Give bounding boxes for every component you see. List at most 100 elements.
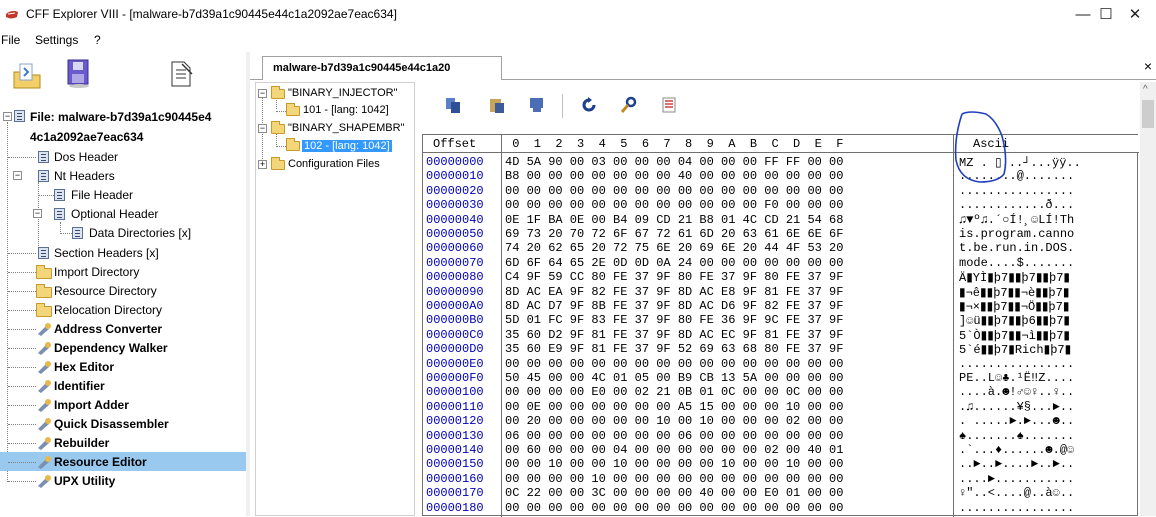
close-button[interactable]: ✕ bbox=[1112, 0, 1156, 30]
resource-configuration-files[interactable]: Configuration Files bbox=[288, 158, 380, 170]
tree-item-identifier[interactable]: Identifier bbox=[54, 379, 105, 393]
row-ascii[interactable]: ♫▼º♫.´○Í!¸☺LÍ!Th bbox=[959, 213, 1074, 227]
hex-row[interactable]: 00000070 6D 6F 64 65 2E 0D 0D 0A 24 00 00… bbox=[423, 256, 1139, 270]
resource-binary-shapembr[interactable]: "BINARY_SHAPEMBR" bbox=[288, 122, 404, 134]
row-bytes[interactable]: C4 9F 59 CC 80 FE 37 9F 80 FE 37 9F 80 F… bbox=[505, 270, 843, 284]
row-ascii[interactable]: ....►........... bbox=[959, 472, 1074, 486]
row-ascii[interactable]: 5`é▮▮þ7▮Rich▮þ7▮ bbox=[959, 342, 1071, 357]
tree-item-rebuilder[interactable]: Rebuilder bbox=[54, 436, 109, 450]
tree-item-upx-utility[interactable]: UPX Utility bbox=[54, 474, 115, 488]
menu-file[interactable]: File bbox=[1, 33, 20, 47]
tree-item-resource-directory[interactable]: Resource Directory bbox=[54, 284, 157, 298]
menu-help[interactable]: ? bbox=[94, 33, 101, 47]
row-bytes[interactable]: 00 00 00 00 00 00 00 00 00 00 00 00 F0 0… bbox=[505, 198, 843, 212]
row-bytes[interactable]: 00 00 00 00 10 00 00 00 00 00 00 00 00 0… bbox=[505, 472, 843, 486]
tree-item-relocation-directory[interactable]: Relocation Directory bbox=[54, 303, 162, 317]
row-bytes[interactable]: 00 0E 00 00 00 00 00 00 A5 15 00 00 00 1… bbox=[505, 400, 843, 414]
hex-row[interactable]: 00000010 B8 00 00 00 00 00 00 00 40 00 00… bbox=[423, 169, 1139, 183]
hex-row[interactable]: 000000F0 50 45 00 00 4C 01 05 00 B9 CB 13… bbox=[423, 371, 1139, 385]
resource-binary-injector[interactable]: "BINARY_INJECTOR" bbox=[288, 87, 397, 99]
tree-root-label[interactable]: File: malware-b7d39a1c90445e4 bbox=[30, 110, 211, 124]
hex-row[interactable]: 000000C0 35 60 D2 9F 81 FE 37 9F 8D AC EC… bbox=[423, 328, 1139, 343]
hex-row[interactable]: 00000060 74 20 62 65 20 72 75 6E 20 69 6E… bbox=[423, 241, 1139, 255]
hex-row[interactable]: 00000130 06 00 00 00 00 00 00 00 06 00 00… bbox=[423, 429, 1139, 443]
hex-row[interactable]: 000000B0 5D 01 FC 9F 83 FE 37 9F 80 FE 36… bbox=[423, 313, 1139, 328]
hex-row[interactable]: 000000A0 8D AC D7 9F 8B FE 37 9F 8D AC D6… bbox=[423, 299, 1139, 314]
row-bytes[interactable]: 35 60 E9 9F 81 FE 37 9F 52 69 63 68 80 F… bbox=[505, 342, 843, 356]
row-bytes[interactable]: 00 60 00 00 00 04 00 00 00 00 00 00 02 0… bbox=[505, 443, 843, 457]
resource-101[interactable]: 101 - [lang: 1042] bbox=[303, 104, 389, 116]
row-ascii[interactable]: mode....$....... bbox=[959, 256, 1074, 270]
row-ascii[interactable]: Ä▮YÌ▮þ7▮▮þ7▮▮þ7▮ bbox=[959, 270, 1070, 285]
save-disk-icon[interactable] bbox=[64, 58, 94, 90]
row-bytes[interactable]: 8D AC EA 9F 82 FE 37 9F 8D AC E8 9F 81 F… bbox=[505, 285, 843, 299]
row-ascii[interactable]: ]☺ü▮▮þ7▮▮þ6▮▮þ7▮ bbox=[959, 313, 1070, 328]
row-bytes[interactable]: 50 45 00 00 4C 01 05 00 B9 CB 13 5A 00 0… bbox=[505, 371, 843, 385]
resource-102[interactable]: 102 - [lang: 1042] bbox=[302, 140, 392, 152]
row-bytes[interactable]: 06 00 00 00 00 00 00 00 06 00 00 00 00 0… bbox=[505, 429, 843, 443]
row-ascii[interactable]: . .....►.►...☻.. bbox=[959, 414, 1074, 428]
vertical-scrollbar[interactable]: ^ bbox=[1140, 82, 1156, 516]
open-file-icon[interactable] bbox=[10, 60, 44, 90]
row-bytes[interactable]: 00 00 00 00 00 00 00 00 00 00 00 00 00 0… bbox=[505, 184, 843, 198]
row-bytes[interactable]: 6D 6F 64 65 2E 0D 0D 0A 24 00 00 00 00 0… bbox=[505, 256, 843, 270]
tree-item-data-directories[interactable]: Data Directories [x] bbox=[89, 226, 191, 240]
collapse-toggle[interactable]: − bbox=[3, 112, 12, 121]
tree-item-dos-header[interactable]: Dos Header bbox=[54, 150, 118, 164]
hex-row[interactable]: 00000150 00 00 10 00 00 10 00 00 00 00 10… bbox=[423, 457, 1139, 471]
tree-item-nt-headers[interactable]: Nt Headers bbox=[54, 169, 115, 183]
hex-row[interactable]: 00000090 8D AC EA 9F 82 FE 37 9F 8D AC E8… bbox=[423, 285, 1139, 300]
hex-row[interactable]: 000000E0 00 00 00 00 00 00 00 00 00 00 00… bbox=[423, 357, 1139, 371]
refresh-icon[interactable] bbox=[580, 96, 598, 114]
collapse-toggle[interactable]: − bbox=[33, 209, 42, 218]
row-ascii[interactable]: .`...♦......☻.@☺ bbox=[959, 443, 1074, 457]
row-bytes[interactable]: 0C 22 00 00 3C 00 00 00 00 40 00 00 E0 0… bbox=[505, 486, 843, 500]
hex-row[interactable]: 00000160 00 00 00 00 10 00 00 00 00 00 00… bbox=[423, 472, 1139, 486]
tree-item-hex-editor[interactable]: Hex Editor bbox=[54, 360, 114, 374]
expand-toggle[interactable]: + bbox=[258, 160, 267, 169]
hex-row[interactable]: 00000170 0C 22 00 00 3C 00 00 00 00 40 00… bbox=[423, 486, 1139, 500]
row-bytes[interactable]: B8 00 00 00 00 00 00 00 40 00 00 00 00 0… bbox=[505, 169, 843, 183]
tree-item-address-converter[interactable]: Address Converter bbox=[54, 322, 162, 336]
tree-item-import-adder[interactable]: Import Adder bbox=[54, 398, 129, 412]
panel-splitter[interactable] bbox=[246, 52, 250, 516]
hex-row[interactable]: 00000020 00 00 00 00 00 00 00 00 00 00 00… bbox=[423, 184, 1139, 198]
row-ascii[interactable]: .♫......¥§...►.. bbox=[959, 400, 1074, 414]
hex-row[interactable]: 00000040 0E 1F BA 0E 00 B4 09 CD 21 B8 01… bbox=[423, 213, 1139, 227]
row-ascii[interactable]: PE..L☺♣.¹Ë‼Z.... bbox=[959, 371, 1074, 385]
row-ascii[interactable]: ....à.☻!♂☺♀..♀.. bbox=[959, 385, 1074, 399]
hex-row[interactable]: 00000120 00 20 00 00 00 00 00 10 00 10 00… bbox=[423, 414, 1139, 428]
row-bytes[interactable]: 00 00 00 00 00 00 00 00 00 00 00 00 00 0… bbox=[505, 501, 843, 515]
row-bytes[interactable]: 4D 5A 90 00 03 00 00 00 04 00 00 00 FF F… bbox=[505, 155, 843, 169]
row-bytes[interactable]: 8D AC D7 9F 8B FE 37 9F 8D AC D6 9F 82 F… bbox=[505, 299, 843, 313]
copy-icon[interactable] bbox=[444, 96, 462, 114]
tree-item-optional-header[interactable]: Optional Header bbox=[71, 207, 158, 221]
hex-row[interactable]: 00000050 69 73 20 70 72 6F 67 72 61 6D 20… bbox=[423, 227, 1139, 241]
scroll-thumb[interactable] bbox=[1142, 100, 1154, 128]
row-bytes[interactable]: 00 20 00 00 00 00 00 10 00 10 00 00 00 0… bbox=[505, 414, 843, 428]
menu-settings[interactable]: Settings bbox=[35, 33, 78, 47]
row-ascii[interactable]: ............ð... bbox=[959, 198, 1074, 212]
row-ascii[interactable]: ♀"..<....@..à☺.. bbox=[959, 486, 1074, 500]
hex-row[interactable]: 000000D0 35 60 E9 9F 81 FE 37 9F 52 69 63… bbox=[423, 342, 1139, 357]
replace-icon[interactable] bbox=[528, 96, 546, 114]
row-ascii[interactable]: ..►..►....►..►.. bbox=[959, 457, 1074, 471]
row-bytes[interactable]: 5D 01 FC 9F 83 FE 37 9F 80 FE 36 9F 9C F… bbox=[505, 313, 843, 327]
hex-row[interactable]: 00000000 4D 5A 90 00 03 00 00 00 04 00 00… bbox=[423, 155, 1139, 170]
window-layout-icon[interactable] bbox=[168, 58, 196, 90]
hex-row[interactable]: 00000110 00 0E 00 00 00 00 00 00 A5 15 00… bbox=[423, 400, 1139, 414]
row-bytes[interactable]: 00 00 10 00 00 10 00 00 00 00 10 00 00 1… bbox=[505, 457, 843, 471]
properties-icon[interactable] bbox=[660, 96, 678, 114]
row-bytes[interactable]: 00 00 00 00 E0 00 02 21 0B 01 0C 00 00 0… bbox=[505, 385, 843, 399]
row-ascii[interactable]: 5`Ò▮▮þ7▮▮¬ì▮▮þ7▮ bbox=[959, 328, 1070, 343]
hex-row[interactable]: 00000030 00 00 00 00 00 00 00 00 00 00 00… bbox=[423, 198, 1139, 212]
tree-item-resource-editor[interactable]: Resource Editor bbox=[54, 455, 147, 469]
row-ascii[interactable]: ................ bbox=[959, 357, 1074, 371]
collapse-toggle[interactable]: − bbox=[258, 124, 267, 133]
hex-view[interactable]: Offset 0 1 2 3 4 5 6 7 8 9 A B C D E F A… bbox=[422, 134, 1139, 517]
row-bytes[interactable]: 74 20 62 65 20 72 75 6E 20 69 6E 20 44 4… bbox=[505, 241, 843, 255]
row-ascii[interactable]: is.program.canno bbox=[959, 227, 1074, 241]
row-ascii[interactable]: ▮¬×▮▮þ7▮▮¬Ö▮▮þ7▮ bbox=[959, 299, 1069, 314]
hex-row[interactable]: 00000100 00 00 00 00 E0 00 02 21 0B 01 0C… bbox=[423, 385, 1139, 399]
hex-row[interactable]: 00000080 C4 9F 59 CC 80 FE 37 9F 80 FE 37… bbox=[423, 270, 1139, 285]
